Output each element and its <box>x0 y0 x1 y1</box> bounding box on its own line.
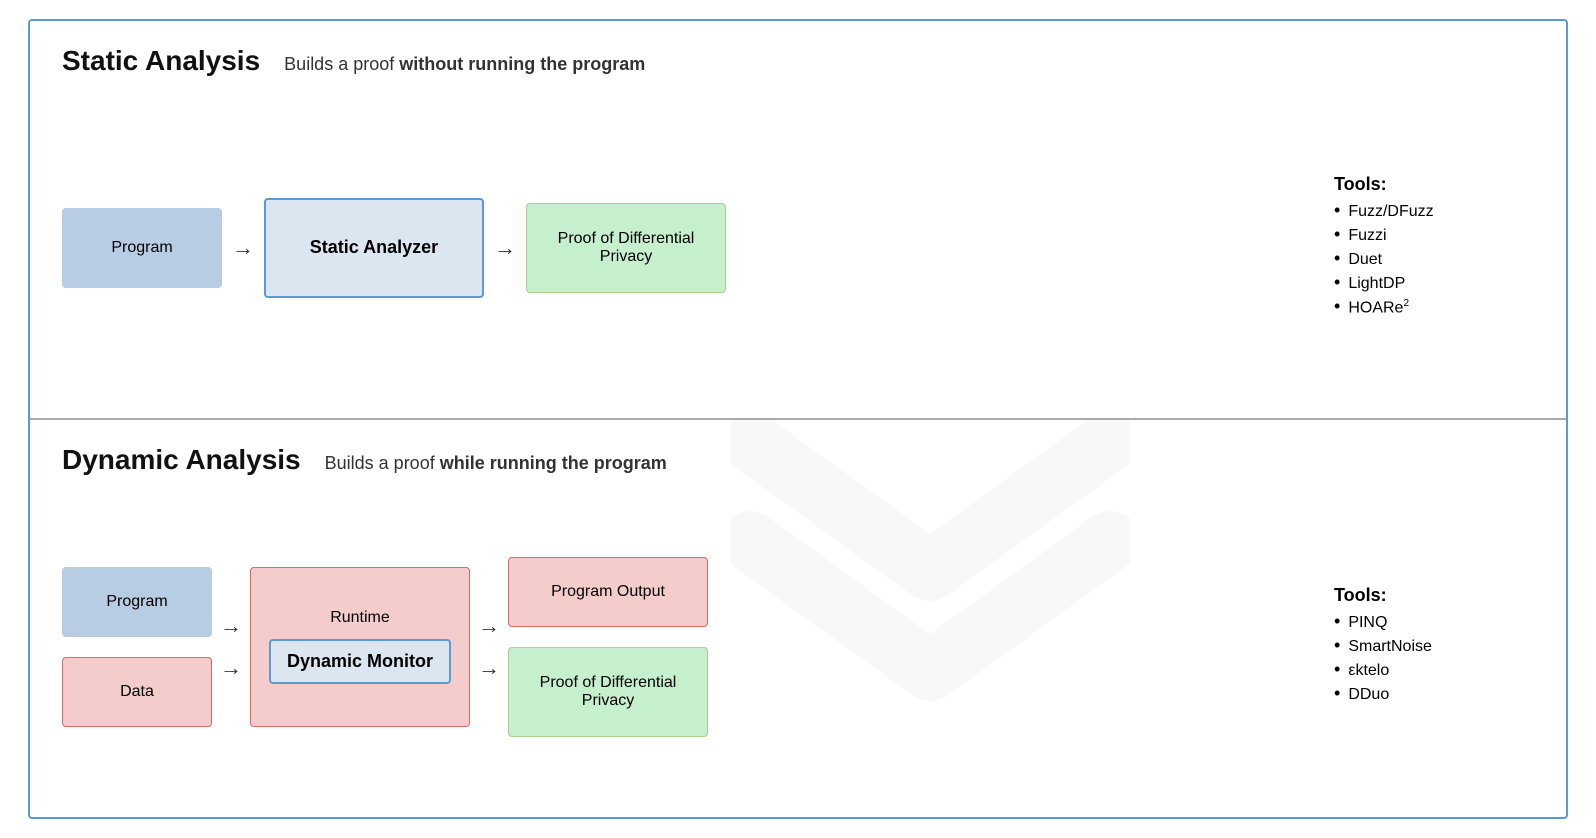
dynamic-runtime-label: Runtime <box>330 609 390 627</box>
dynamic-outputs: Program Output Proof of Differential Pri… <box>508 557 708 737</box>
static-flow: Program → Static Analyzer → Proof of Dif… <box>62 198 1310 298</box>
dynamic-program-label: Program <box>106 593 167 611</box>
static-tool-4: LightDP <box>1334 273 1534 293</box>
static-tool-2: Fuzzi <box>1334 225 1534 245</box>
static-arrow-2-icon: → <box>494 235 516 261</box>
static-tool-1: Fuzz/DFuzz <box>1334 201 1534 221</box>
dynamic-data-box: Data <box>62 657 212 727</box>
dynamic-arrow-in-2: → <box>220 657 242 679</box>
dynamic-proof-label: Proof of Differential Privacy <box>523 674 693 710</box>
dynamic-program-output-box: Program Output <box>508 557 708 627</box>
dynamic-title: Dynamic Analysis <box>62 444 301 476</box>
dynamic-inputs: Program Data <box>62 567 212 727</box>
dynamic-data-label: Data <box>120 683 154 701</box>
arrows-in: → → <box>212 615 250 679</box>
dynamic-program-box: Program <box>62 567 212 637</box>
static-tools-title: Tools: <box>1334 174 1534 195</box>
static-program-label: Program <box>111 239 172 257</box>
static-tools: Tools: Fuzz/DFuzz Fuzzi Duet LightDP HOA… <box>1334 174 1534 321</box>
static-arrow-2: → <box>484 235 526 261</box>
static-title: Static Analysis <box>62 45 260 77</box>
dynamic-tools-title: Tools: <box>1334 585 1534 606</box>
dynamic-monitor-label: Dynamic Monitor <box>287 651 433 671</box>
dynamic-analysis-section: Dynamic Analysis Builds a proof while ru… <box>30 420 1566 817</box>
static-analysis-section: Static Analysis Builds a proof without r… <box>30 21 1566 420</box>
static-analyzer-box: Static Analyzer <box>264 198 484 298</box>
dynamic-flow: Program Data → → Runtime Dynamic Monitor <box>62 557 1310 737</box>
static-diagram-row: Program → Static Analyzer → Proof of Dif… <box>62 101 1534 394</box>
static-header: Static Analysis Builds a proof without r… <box>62 45 1534 77</box>
dynamic-tool-4: DDuo <box>1334 684 1534 704</box>
main-container: Static Analysis Builds a proof without r… <box>28 19 1568 819</box>
static-tool-3: Duet <box>1334 249 1534 269</box>
static-desc-bold: without running the program <box>399 54 645 74</box>
static-program-box: Program <box>62 208 222 288</box>
static-tool-5: HOARe2 <box>1334 297 1534 317</box>
dynamic-arrow-out-1: → <box>478 615 500 637</box>
static-proof-box: Proof of Differential Privacy <box>526 203 726 293</box>
static-arrow-1-icon: → <box>232 235 254 261</box>
dynamic-tool-3: εktelo <box>1334 660 1534 680</box>
dynamic-proof-box: Proof of Differential Privacy <box>508 647 708 737</box>
static-analyzer-label: Static Analyzer <box>310 237 438 258</box>
static-arrow-1: → <box>222 235 264 261</box>
dynamic-tool-2: SmartNoise <box>1334 636 1534 656</box>
dynamic-diagram-row: Program Data → → Runtime Dynamic Monitor <box>62 500 1534 793</box>
static-tools-list: Fuzz/DFuzz Fuzzi Duet LightDP HOARe2 <box>1334 201 1534 317</box>
static-desc: Builds a proof without running the progr… <box>284 54 645 75</box>
dynamic-tool-1: PINQ <box>1334 612 1534 632</box>
dynamic-tools-list: PINQ SmartNoise εktelo DDuo <box>1334 612 1534 704</box>
dynamic-desc-bold: while running the program <box>440 453 667 473</box>
dynamic-desc-normal: Builds a proof <box>325 453 440 473</box>
arrows-out: → → <box>470 615 508 679</box>
dynamic-arrow-in-1: → <box>220 615 242 637</box>
dynamic-program-output-label: Program Output <box>551 583 665 601</box>
dynamic-header: Dynamic Analysis Builds a proof while ru… <box>62 444 1534 476</box>
static-desc-normal: Builds a proof <box>284 54 399 74</box>
dynamic-monitor-box: Dynamic Monitor <box>269 639 451 684</box>
dynamic-arrow-out-2: → <box>478 657 500 679</box>
dynamic-center-box: Runtime Dynamic Monitor <box>250 567 470 727</box>
static-proof-label: Proof of Differential Privacy <box>541 230 711 266</box>
dynamic-tools: Tools: PINQ SmartNoise εktelo DDuo <box>1334 585 1534 708</box>
dynamic-desc: Builds a proof while running the program <box>325 453 667 474</box>
